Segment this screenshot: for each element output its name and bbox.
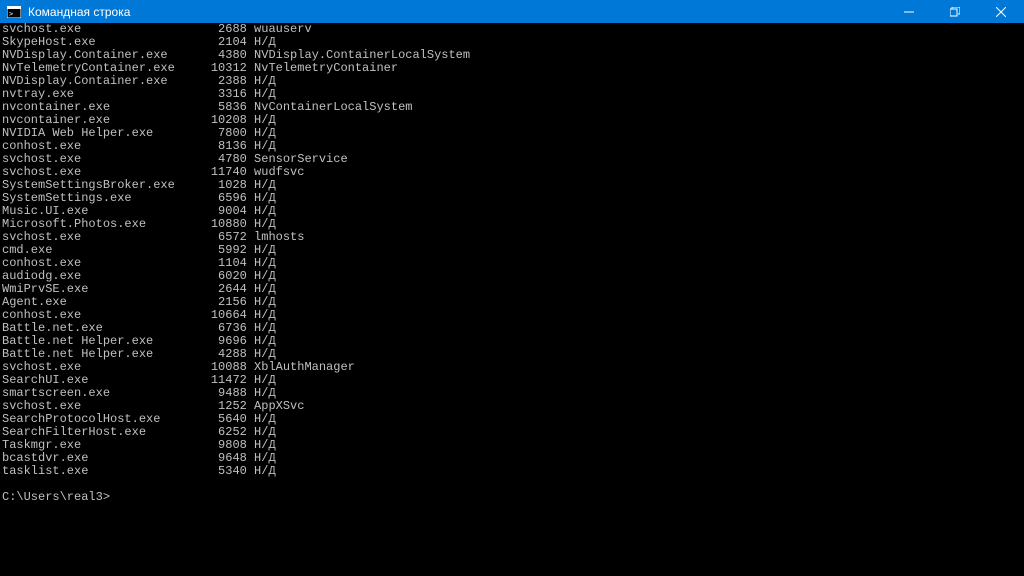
window-title: Командная строка [26, 5, 886, 19]
process-row: tasklist.exe 5340 Н/Д [2, 465, 1024, 478]
cmd-icon: >_ [6, 4, 22, 20]
close-button[interactable] [978, 0, 1024, 23]
prompt-line[interactable]: C:\Users\real3> [2, 491, 1024, 504]
blank-line [2, 478, 1024, 491]
minimize-button[interactable] [886, 0, 932, 23]
svg-text:>_: >_ [9, 10, 18, 18]
terminal-output[interactable]: svchost.exe 2688 wuauservSkypeHost.exe 2… [0, 23, 1024, 576]
titlebar[interactable]: >_ Командная строка [0, 0, 1024, 23]
maximize-button[interactable] [932, 0, 978, 23]
window-controls [886, 0, 1024, 23]
